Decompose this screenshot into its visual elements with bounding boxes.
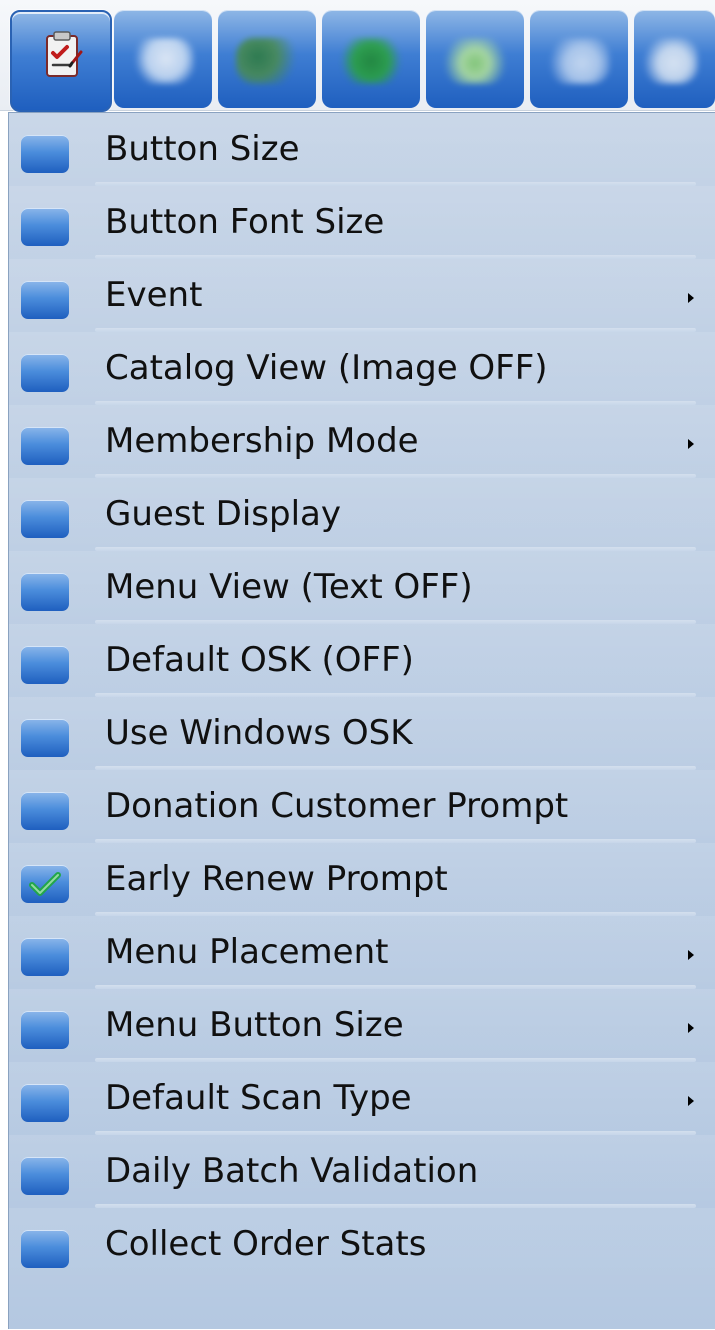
menu-item-label: Use Windows OSK: [105, 713, 413, 753]
menu-item-icon: [21, 646, 69, 684]
menu-item-default-osk[interactable]: Default OSK (OFF): [9, 624, 715, 697]
blurred-icon: [644, 38, 698, 84]
blurred-icon: [340, 38, 402, 84]
menu-item-label: Collect Order Stats: [105, 1224, 427, 1264]
menu-item-icon: [21, 792, 69, 830]
blurred-icon: [548, 38, 610, 84]
toolbar-button-5[interactable]: [426, 10, 524, 108]
menu-item-menu-button-size[interactable]: Menu Button Size: [9, 989, 715, 1062]
menu-item-label: Default OSK (OFF): [105, 640, 414, 680]
submenu-arrow-icon: [688, 293, 694, 303]
menu-item-label: Button Size: [105, 129, 300, 169]
menu-item-button-size[interactable]: Button Size: [9, 113, 715, 186]
menu-item-icon: [21, 281, 69, 319]
menu-item-donation-customer-prompt[interactable]: Donation Customer Prompt: [9, 770, 715, 843]
menu-item-label: Event: [105, 275, 203, 315]
menu-item-icon: [21, 938, 69, 976]
blurred-icon: [132, 38, 194, 84]
menu-item-menu-placement[interactable]: Menu Placement: [9, 916, 715, 989]
menu-item-label: Catalog View (Image OFF): [105, 348, 548, 388]
menu-item-label: Button Font Size: [105, 202, 385, 242]
menu-item-default-scan-type[interactable]: Default Scan Type: [9, 1062, 715, 1135]
submenu-arrow-icon: [688, 1096, 694, 1106]
submenu-arrow-icon: [688, 950, 694, 960]
menu-item-label: Menu Placement: [105, 932, 389, 972]
toolbar-button-7[interactable]: [634, 10, 715, 108]
toolbar-button-settings[interactable]: [10, 10, 112, 112]
submenu-arrow-icon: [688, 1023, 694, 1033]
menu-item-label: Membership Mode: [105, 421, 419, 461]
menu-item-icon: [21, 1157, 69, 1195]
menu-item-icon: [21, 427, 69, 465]
menu-item-icon: [21, 1084, 69, 1122]
menu-item-menu-view[interactable]: Menu View (Text OFF): [9, 551, 715, 624]
menu-item-use-windows-osk[interactable]: Use Windows OSK: [9, 697, 715, 770]
toolbar-button-3[interactable]: [218, 10, 316, 108]
checkmark-icon: [29, 872, 61, 896]
menu-item-icon: [21, 500, 69, 538]
menu-item-label: Menu View (Text OFF): [105, 567, 473, 607]
blurred-icon: [236, 38, 298, 84]
menu-item-catalog-view[interactable]: Catalog View (Image OFF): [9, 332, 715, 405]
menu-item-icon: [21, 208, 69, 246]
menu-item-icon: [21, 354, 69, 392]
menu-item-icon: [21, 1230, 69, 1268]
menu-item-label: Early Renew Prompt: [105, 859, 448, 899]
menu-item-collect-order-stats[interactable]: Collect Order Stats: [9, 1208, 715, 1330]
toolbar: [0, 0, 715, 112]
menu-item-icon: [21, 1011, 69, 1049]
checklist-icon: [46, 31, 83, 77]
menu-item-early-renew-prompt[interactable]: Early Renew Prompt: [9, 843, 715, 916]
menu-item-daily-batch-validation[interactable]: Daily Batch Validation: [9, 1135, 715, 1208]
menu-item-icon: [21, 135, 69, 173]
checked-icon-box: [21, 865, 69, 903]
menu-item-event[interactable]: Event: [9, 259, 715, 332]
menu-item-label: Guest Display: [105, 494, 341, 534]
blurred-icon: [444, 38, 506, 84]
menu-item-guest-display[interactable]: Guest Display: [9, 478, 715, 551]
menu-item-label: Donation Customer Prompt: [105, 786, 569, 826]
menu-item-label: Menu Button Size: [105, 1005, 404, 1045]
toolbar-button-6[interactable]: [530, 10, 628, 108]
submenu-arrow-icon: [688, 439, 694, 449]
menu-item-icon: [21, 719, 69, 757]
context-menu: Button Size Button Font Size Event Catal…: [8, 112, 715, 1330]
toolbar-button-2[interactable]: [114, 10, 212, 108]
toolbar-button-4[interactable]: [322, 10, 420, 108]
menu-item-membership-mode[interactable]: Membership Mode: [9, 405, 715, 478]
menu-item-label: Default Scan Type: [105, 1078, 412, 1118]
menu-item-label: Daily Batch Validation: [105, 1151, 479, 1191]
menu-item-button-font-size[interactable]: Button Font Size: [9, 186, 715, 259]
menu-item-icon: [21, 573, 69, 611]
